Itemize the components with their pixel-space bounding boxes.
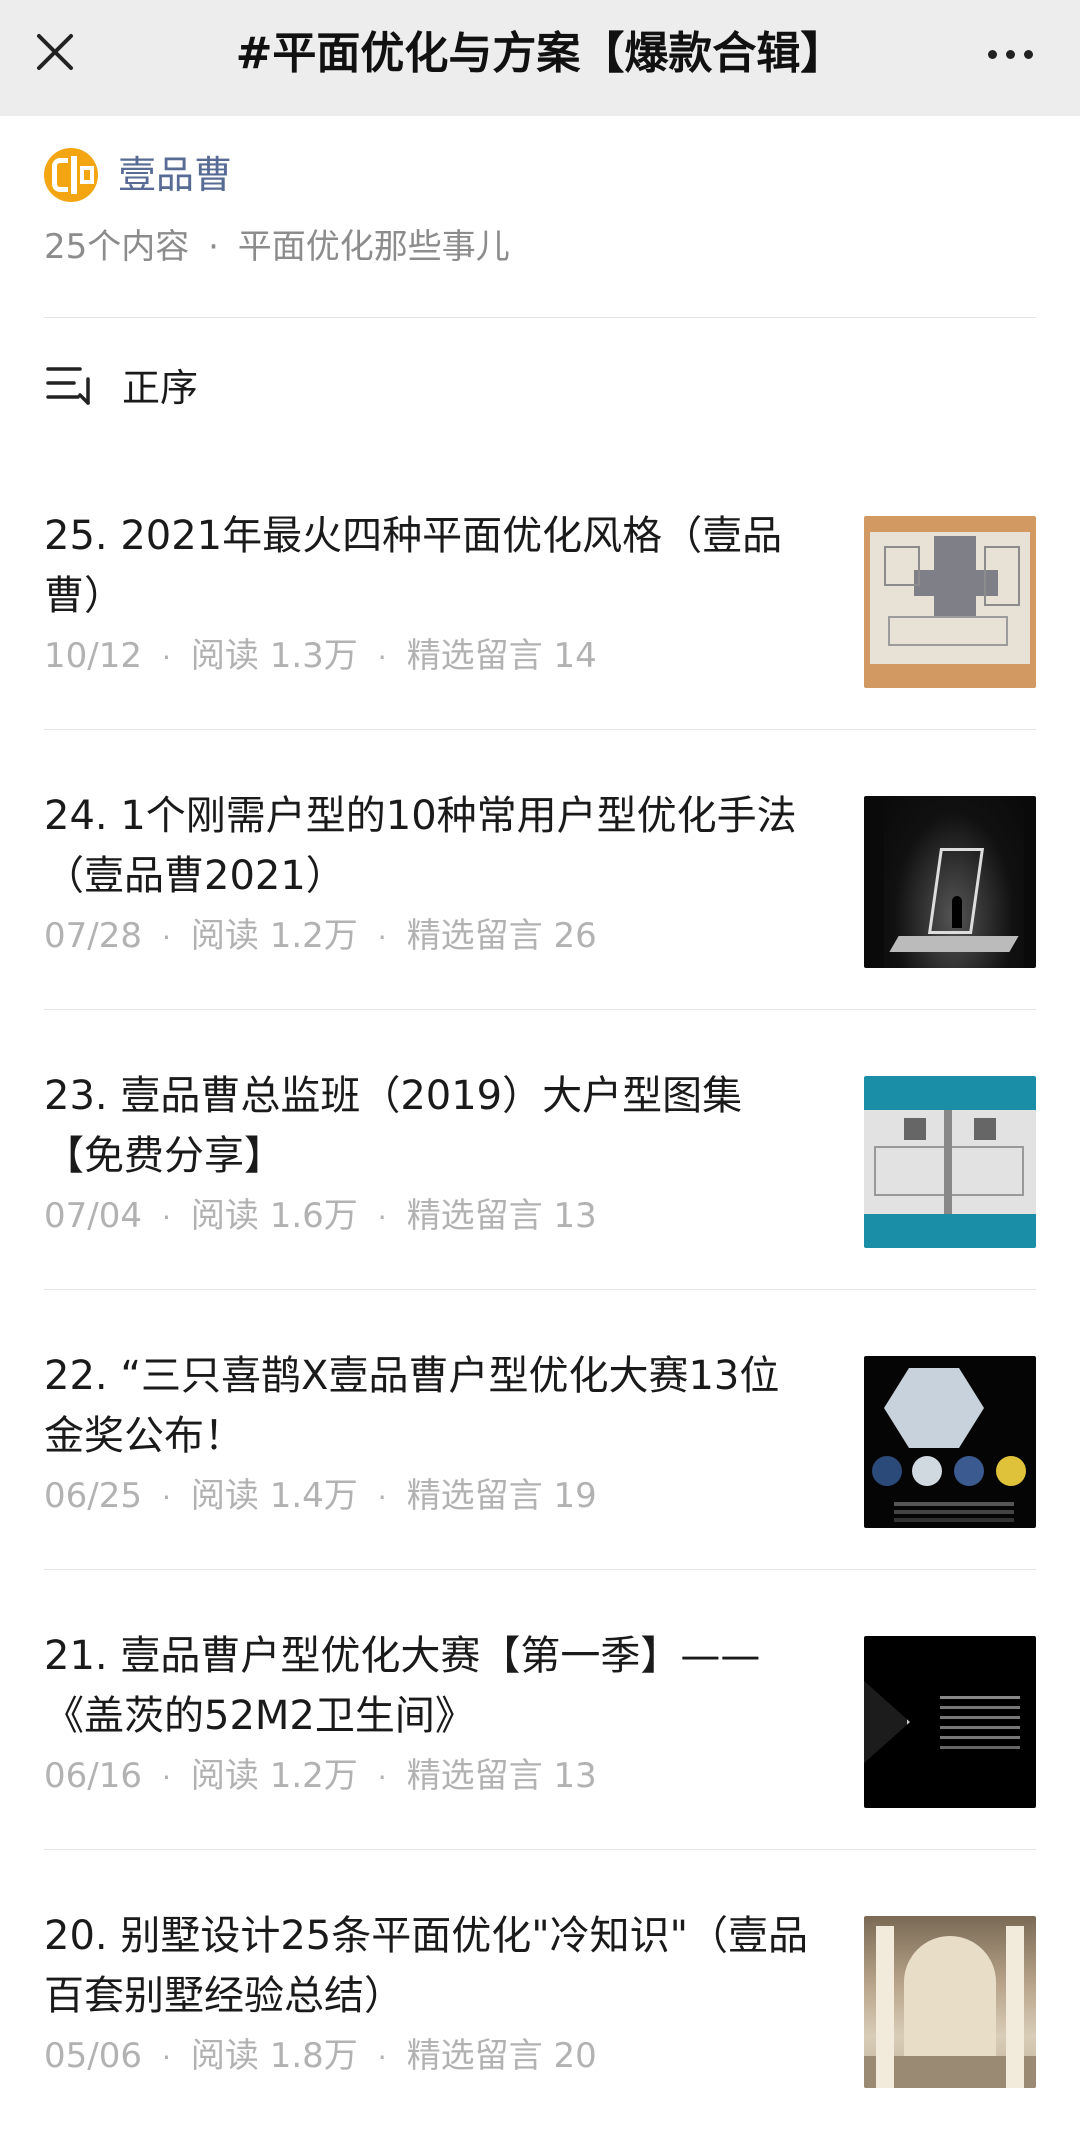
separator: ·: [208, 227, 219, 267]
article-reads: 阅读 1.8万: [190, 2036, 358, 2076]
article-meta: 06/16 · 阅读 1.2万 · 精选留言 13: [44, 1748, 597, 1806]
article-title: 23. 壹品曹总监班（2019）大户型图集【免费分享】: [44, 1073, 743, 1179]
more-button[interactable]: [980, 34, 1040, 74]
article-meta: 05/06 · 阅读 1.8万 · 精选留言 20: [44, 2028, 597, 2086]
article-meta: 07/28 · 阅读 1.2万 · 精选留言 26: [44, 908, 597, 966]
article-comments: 精选留言 26: [406, 916, 597, 956]
article-date: 06/16: [44, 1756, 142, 1796]
article-reads: 阅读 1.4万: [190, 1476, 358, 1516]
article-date: 07/28: [44, 916, 142, 956]
close-icon: [37, 34, 73, 70]
more-icon: [1005, 49, 1015, 59]
list-item[interactable]: 24. 1个刚需户型的10种常用户型优化手法（壹品曹2021） 07/28 · 阅读…: [44, 730, 1036, 1010]
separator: ·: [161, 641, 171, 674]
article-date: 07/04: [44, 1196, 142, 1236]
separator: ·: [377, 641, 387, 674]
collection-info: 25个内容 · 平面优化那些事儿: [44, 220, 510, 274]
separator: ·: [161, 1761, 171, 1794]
article-title: 21. 壹品曹户型优化大赛【第一季】——《盖茨的52M2卫生间》: [44, 1633, 761, 1739]
article-date: 05/06: [44, 2036, 142, 2076]
separator: ·: [377, 1201, 387, 1234]
separator: ·: [161, 1201, 171, 1234]
list-item[interactable]: 20. 别墅设计25条平面优化"冷知识"（壹品百套别墅经验总结） 05/06 · 阅…: [44, 1850, 1036, 2130]
article-date: 06/25: [44, 1476, 142, 1516]
separator: ·: [161, 921, 171, 954]
article-comments: 精选留言 14: [406, 636, 597, 676]
separator: ·: [161, 1481, 171, 1514]
article-title: 24. 1个刚需户型的10种常用户型优化手法（壹品曹2021）: [44, 793, 797, 899]
more-icon: [987, 49, 997, 59]
article-comments: 精选留言 13: [406, 1756, 597, 1796]
separator: ·: [377, 921, 387, 954]
article-reads: 阅读 1.2万: [190, 916, 358, 956]
account-link[interactable]: 壹品曹: [44, 140, 232, 210]
article-thumbnail: [864, 1076, 1036, 1248]
article-thumbnail: [864, 1916, 1036, 2088]
sort-icon: [46, 367, 90, 405]
list-item[interactable]: 25. 2021年最火四种平面优化风格（壹品曹） 10/12 · 阅读 1.3万 · 精…: [44, 450, 1036, 730]
article-comments: 精选留言 20: [406, 2036, 597, 2076]
collection-topic: 平面优化那些事儿: [237, 227, 510, 267]
article-thumbnail: [864, 1356, 1036, 1528]
sort-label: 正序: [122, 365, 199, 410]
article-meta: 06/25 · 阅读 1.4万 · 精选留言 19: [44, 1468, 597, 1526]
article-reads: 阅读 1.6万: [190, 1196, 358, 1236]
list-item[interactable]: 22. “三只喜鹊X壹品曹户型优化大赛13位金奖公布！ 06/25 · 阅读 1.4…: [44, 1290, 1036, 1570]
list-item[interactable]: 21. 壹品曹户型优化大赛【第一季】——《盖茨的52M2卫生间》 06/16 · 阅…: [44, 1570, 1036, 1850]
page-title: #平面优化与方案【爆款合辑】: [235, 28, 845, 79]
article-thumbnail: [864, 516, 1036, 688]
sort-toggle[interactable]: 正序: [44, 354, 198, 414]
article-thumbnail: [864, 1636, 1036, 1808]
account-name: 壹品曹: [118, 153, 233, 197]
more-icon: [1023, 49, 1033, 59]
article-title: 22. “三只喜鹊X壹品曹户型优化大赛13位金奖公布！: [44, 1353, 780, 1459]
content-count: 25个内容: [44, 227, 190, 267]
separator: ·: [377, 1481, 387, 1514]
article-comments: 精选留言 13: [406, 1196, 597, 1236]
avatar: [44, 148, 98, 202]
article-date: 10/12: [44, 636, 142, 676]
article-meta: 10/12 · 阅读 1.3万 · 精选留言 14: [44, 628, 597, 686]
article-reads: 阅读 1.2万: [190, 1756, 358, 1796]
article-title: 20. 别墅设计25条平面优化"冷知识"（壹品百套别墅经验总结）: [44, 1913, 809, 2019]
separator: ·: [377, 2041, 387, 2074]
navigation-bar: #平面优化与方案【爆款合辑】: [0, 0, 1080, 116]
close-button[interactable]: [28, 25, 82, 79]
article-meta: 07/04 · 阅读 1.6万 · 精选留言 13: [44, 1188, 597, 1246]
article-title: 25. 2021年最火四种平面优化风格（壹品曹）: [44, 513, 783, 619]
separator: ·: [377, 1761, 387, 1794]
article-list: 25. 2021年最火四种平面优化风格（壹品曹） 10/12 · 阅读 1.3万 · 精…: [0, 450, 1080, 2130]
article-reads: 阅读 1.3万: [190, 636, 358, 676]
article-thumbnail: [864, 796, 1036, 968]
collection-header: 壹品曹 25个内容 · 平面优化那些事儿: [44, 116, 1036, 318]
separator: ·: [161, 2041, 171, 2074]
list-item[interactable]: 23. 壹品曹总监班（2019）大户型图集【免费分享】 07/04 · 阅读 1.6…: [44, 1010, 1036, 1290]
article-comments: 精选留言 19: [406, 1476, 597, 1516]
